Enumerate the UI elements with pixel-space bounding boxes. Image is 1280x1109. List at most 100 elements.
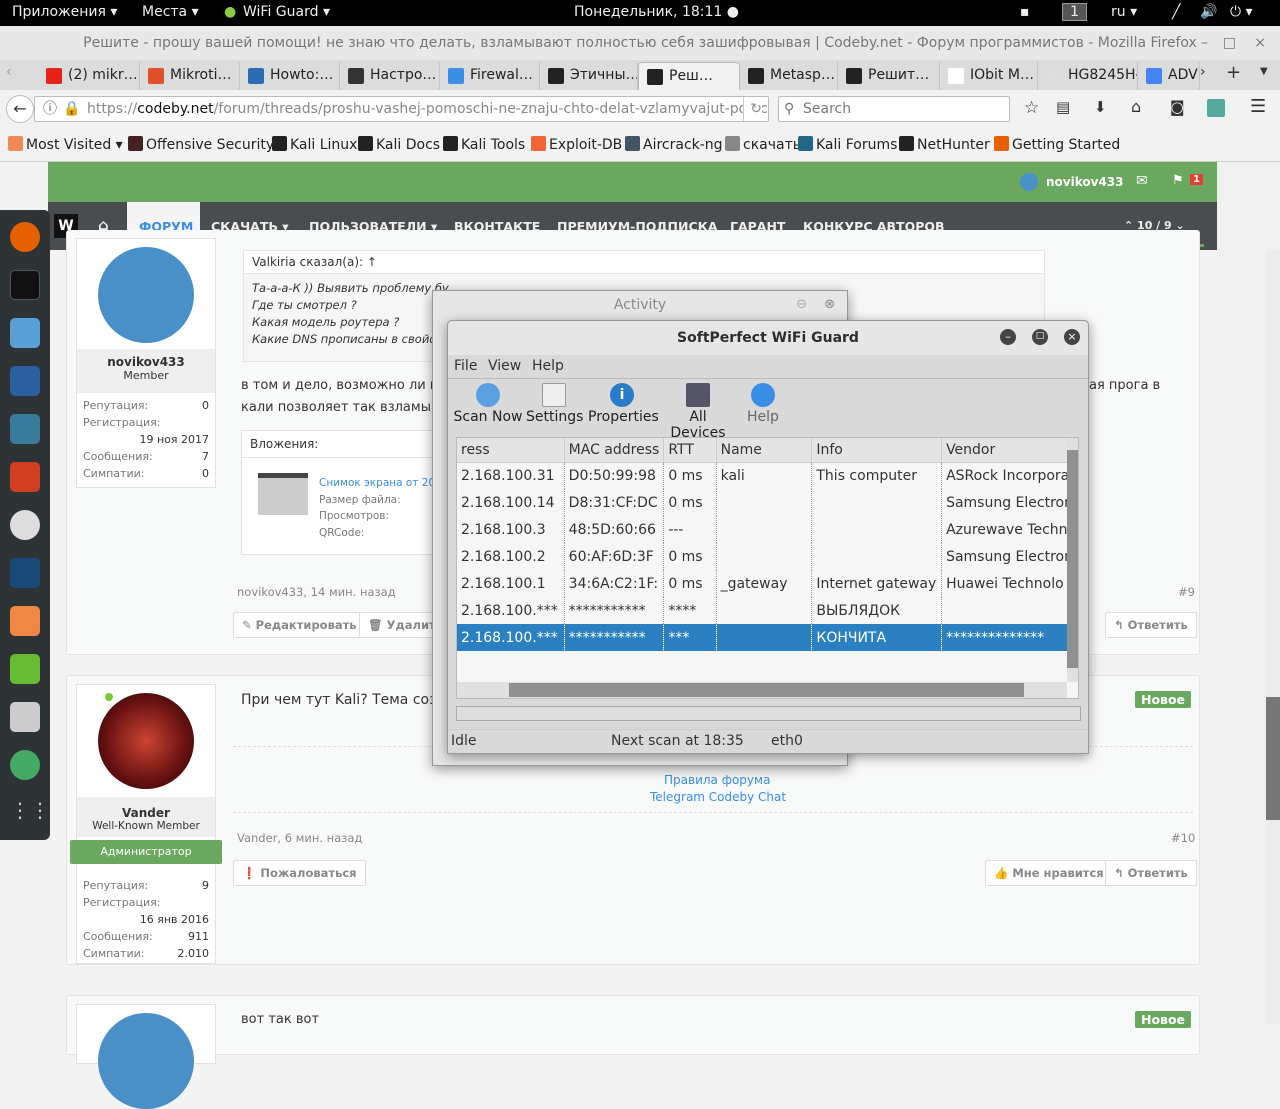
beef-icon[interactable] [10, 558, 40, 588]
new-tab-button[interactable]: + [1226, 62, 1241, 83]
device-row[interactable]: 2.168.100.*** *********** *** КОНЧИТА ******… [457, 624, 1078, 651]
device-row[interactable]: 2.168.100.2 60:AF:6D:3F 0 ms Samsung Electr… [457, 543, 1078, 570]
browser-tab[interactable]: Firewal… [440, 62, 540, 90]
browser-tab[interactable]: ADV [1138, 62, 1200, 90]
menu-help[interactable]: Help [532, 358, 564, 374]
scroll-tabs-right-icon[interactable]: › [1200, 64, 1206, 80]
show-apps-icon[interactable]: ⋮⋮ [10, 798, 50, 828]
search-input[interactable]: ⚲ Search [778, 96, 1010, 122]
close-button[interactable]: × [1064, 329, 1080, 345]
activity-close-button[interactable]: ⊗ [824, 297, 835, 312]
scroll-tabs-left-icon[interactable]: ‹ [6, 64, 12, 80]
bookmark-item[interactable]: Kali Docs [358, 136, 440, 153]
bookmark-item[interactable]: Getting Started [994, 136, 1120, 153]
tab-list-button[interactable]: ▼ [1260, 66, 1268, 77]
post-meta[interactable]: novikov433, 14 мин. назад [237, 585, 396, 599]
post-number[interactable]: #9 [1178, 585, 1195, 599]
clock[interactable]: Понедельник, 18:11 ● [574, 4, 739, 20]
firefox-icon[interactable] [10, 222, 40, 252]
username-link[interactable]: novikov433 [1046, 175, 1124, 189]
workspace-indicator[interactable]: 1 [1062, 3, 1087, 21]
armitage-icon[interactable] [10, 414, 40, 444]
minimize-button[interactable]: – [1000, 329, 1016, 345]
user-avatar[interactable] [98, 693, 194, 789]
help-button[interactable]: Help [742, 383, 784, 425]
burpsuite-icon[interactable] [10, 462, 40, 492]
activity-minimize-button[interactable]: ⊖ [796, 297, 807, 312]
hscroll-thumb[interactable] [509, 683, 1024, 697]
post-meta[interactable]: Vander, 6 мин. назад [237, 831, 362, 845]
files-icon[interactable] [10, 318, 40, 348]
table-vscrollbar[interactable] [1067, 438, 1078, 682]
app-menu[interactable]: WiFi Guard ▾ [243, 4, 330, 20]
browser-tab[interactable]: Metasp… [740, 62, 838, 90]
browser-tab[interactable]: Mikroti… [140, 62, 240, 90]
settings-button[interactable]: Settings [526, 383, 583, 425]
reply-button[interactable]: ↰ Ответить [1105, 612, 1197, 638]
browser-tab[interactable]: (2) mikr… [38, 62, 140, 90]
bookmark-item[interactable]: Exploit-DB [531, 136, 622, 153]
metasploit-icon[interactable] [10, 366, 40, 396]
screenshot-icon[interactable] [10, 702, 40, 732]
bookmark-star-icon[interactable]: ☆ [1024, 98, 1039, 118]
all-devices-button[interactable]: All Devices [660, 383, 736, 441]
back-button[interactable]: ← [6, 95, 34, 123]
alerts-flag-icon[interactable]: ⚑ [1172, 173, 1184, 188]
device-row[interactable]: 2.168.100.1 34:6A:C2:1F: 0 ms _gateway Inter… [457, 570, 1078, 597]
minimize-button[interactable]: – [1201, 26, 1208, 60]
pocket-icon[interactable]: ◙ [1170, 98, 1185, 116]
maximize-button[interactable]: □ [1223, 26, 1236, 60]
table-hscrollbar[interactable] [457, 682, 1067, 698]
browser-tab[interactable]: HG8245H-… [1038, 62, 1138, 90]
browser-tab[interactable]: Решит… [838, 62, 940, 90]
like-button[interactable]: 👍 Мне нравится [985, 860, 1113, 886]
maximize-button[interactable]: □ [1032, 329, 1048, 345]
volume-icon[interactable]: 🔊 [1200, 4, 1217, 20]
url-bar[interactable]: ⓘ 🔒 https://codeby.net/forum/threads/pro… [34, 96, 769, 122]
column-header[interactable]: Name [716, 438, 813, 463]
bookmark-item[interactable]: Kali Linux [272, 136, 357, 153]
notes-icon[interactable] [10, 654, 40, 684]
inbox-icon[interactable]: ✉ [1136, 173, 1148, 189]
places-menu[interactable]: Места ▾ [142, 4, 199, 20]
post-number[interactable]: #10 [1171, 831, 1195, 845]
language-menu[interactable]: ru ▾ [1111, 4, 1137, 20]
post-username[interactable]: novikov433 [77, 355, 215, 369]
device-row[interactable]: 2.168.100.3 48:5D:60:66 --- Azurewave Techn [457, 516, 1078, 543]
forum-rules-link[interactable]: Правила форума [664, 773, 770, 787]
reply-button[interactable]: ↰ Ответить [1105, 860, 1197, 886]
browser-tab[interactable]: Настро… [340, 62, 440, 90]
power-icon[interactable]: ⏻ ▾ [1230, 4, 1253, 20]
home-icon[interactable]: ⌂ [1131, 97, 1141, 116]
reading-list-icon[interactable]: ▤ [1056, 98, 1070, 116]
column-header[interactable]: RTT [663, 438, 717, 463]
applications-menu[interactable]: Приложения ▾ [12, 4, 117, 20]
report-button[interactable]: ❗ Пожаловаться [233, 860, 366, 886]
browser-tab[interactable]: Этичны… [540, 62, 638, 90]
downloads-icon[interactable]: ⬇ [1094, 98, 1107, 116]
vscroll-thumb[interactable] [1067, 450, 1078, 668]
attachment-thumbnail[interactable] [258, 473, 308, 515]
bookmark-item[interactable]: Aircrack-ng [625, 136, 723, 153]
scan-now-button[interactable]: Scan Now [453, 383, 523, 425]
info-icon[interactable]: ⓘ [43, 97, 57, 121]
quote-author[interactable]: Valkiria сказал(а): ↑ [252, 255, 377, 269]
reload-icon[interactable]: ↻ [743, 97, 762, 121]
network-icon[interactable]: ╱ [1172, 4, 1180, 20]
faraday-icon[interactable] [10, 606, 40, 636]
column-header[interactable]: Info [811, 438, 943, 463]
browser-tab[interactable]: Howto:… [240, 62, 340, 90]
device-row[interactable]: 2.168.100.*** *********** **** ВЫБЛЯДОК [457, 597, 1078, 624]
alerts-badge[interactable]: 1 [1190, 174, 1203, 185]
menu-view[interactable]: View [488, 358, 521, 374]
bookmark-item[interactable]: Kali Tools [443, 136, 525, 153]
terminal-icon[interactable] [10, 270, 40, 300]
device-row[interactable]: 2.168.100.14 D8:31:CF:DC 0 ms Samsung Elect… [457, 489, 1078, 516]
edit-button[interactable]: ✎ Редактировать [233, 612, 366, 638]
attachment-link[interactable]: Снимок экрана от 201 [319, 475, 442, 492]
extension-icon[interactable] [1207, 99, 1225, 117]
bookmark-item[interactable]: Offensive Security [128, 136, 274, 153]
browser-tab[interactable]: Реш… [638, 62, 740, 90]
scrollbar-thumb[interactable] [1266, 697, 1280, 820]
user-avatar[interactable] [98, 247, 194, 343]
